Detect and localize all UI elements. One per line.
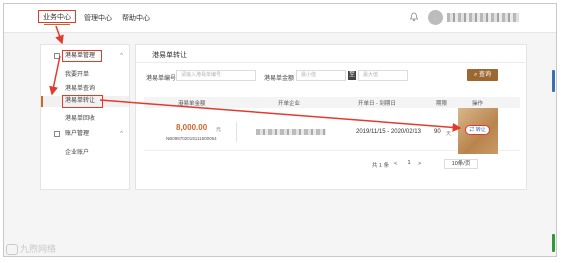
annotation-arrow bbox=[55, 25, 64, 45]
annotation-arrow bbox=[49, 55, 61, 96]
annotation-arrows bbox=[49, 25, 462, 132]
watermark-logo-icon bbox=[6, 244, 18, 256]
watermark: 九煦网络 bbox=[6, 242, 57, 256]
annotation-arrow bbox=[99, 99, 462, 132]
watermark-text: 九煦网络 bbox=[20, 244, 57, 254]
